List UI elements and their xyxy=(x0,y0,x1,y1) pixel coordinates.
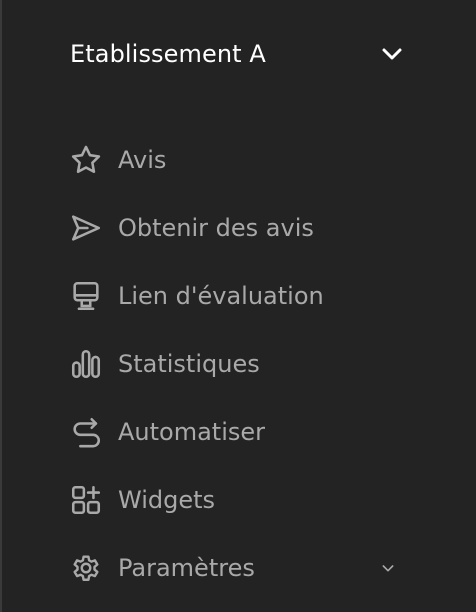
widgets-icon xyxy=(68,482,104,518)
sidebar-item-label: Lien d'évaluation xyxy=(118,282,324,310)
gear-icon xyxy=(68,550,104,586)
sidebar-item-label: Widgets xyxy=(118,486,216,514)
loop-icon xyxy=(68,414,104,450)
bar-chart-icon xyxy=(68,346,104,382)
star-icon xyxy=(68,142,104,178)
sidebar-item-label: Automatiser xyxy=(118,418,266,446)
sidebar-menu: Avis Obtenir des avis Lien d'évaluation xyxy=(68,126,408,602)
sidebar: Etablissement A Avis Obtenir des avis Li… xyxy=(0,0,476,612)
establishment-selector[interactable]: Etablissement A xyxy=(70,36,404,72)
sidebar-item-automatiser[interactable]: Automatiser xyxy=(68,398,408,466)
send-icon xyxy=(68,210,104,246)
sidebar-item-label: Avis xyxy=(118,146,167,174)
sidebar-item-parametres[interactable]: Paramètres xyxy=(68,534,408,602)
sidebar-item-obtenir-des-avis[interactable]: Obtenir des avis xyxy=(68,194,408,262)
sidebar-item-label: Paramètres xyxy=(118,554,255,582)
sidebar-item-avis[interactable]: Avis xyxy=(68,126,408,194)
sidebar-item-statistiques[interactable]: Statistiques xyxy=(68,330,408,398)
sidebar-item-label: Obtenir des avis xyxy=(118,214,314,242)
chevron-down-icon[interactable] xyxy=(380,42,404,66)
sidebar-item-lien-evaluation[interactable]: Lien d'évaluation xyxy=(68,262,408,330)
establishment-title: Etablissement A xyxy=(70,40,266,68)
sidebar-item-widgets[interactable]: Widgets xyxy=(68,466,408,534)
monitor-icon xyxy=(68,278,104,314)
chevron-down-icon[interactable] xyxy=(378,558,398,578)
sidebar-item-label: Statistiques xyxy=(118,350,260,378)
